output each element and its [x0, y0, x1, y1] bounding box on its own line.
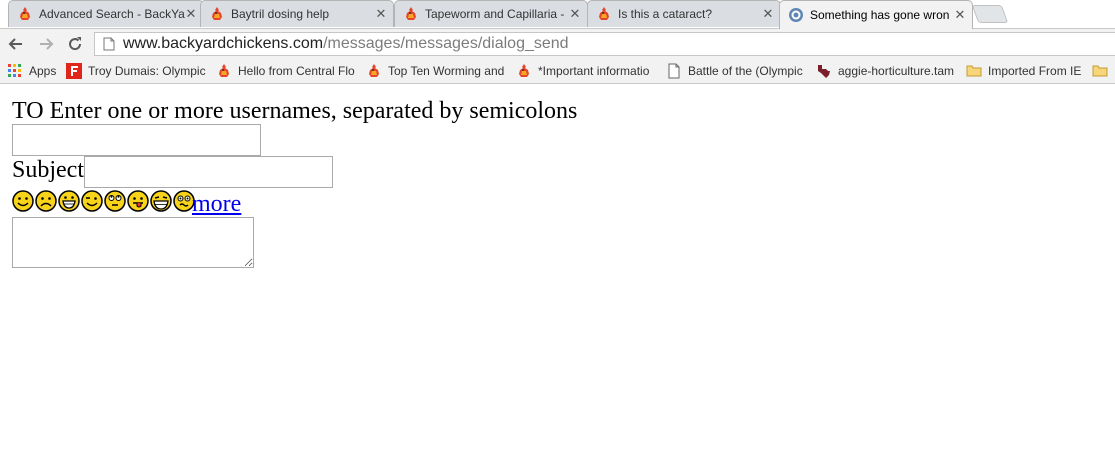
page-content: TO Enter one or more usernames, separate…	[0, 85, 1115, 461]
bookmark-folder[interactable]	[1092, 62, 1112, 80]
bookmark-label: Battle of the (Olympic	[688, 64, 803, 78]
tab-tapeworm[interactable]: Tapeworm and Capillaria - ✕	[394, 0, 588, 27]
frown-icon[interactable]	[35, 190, 57, 212]
url-text: www.backyardchickens.com/messages/messag…	[123, 35, 569, 53]
tab-advanced-search[interactable]: Advanced Search - BackYa ✕	[8, 0, 204, 27]
laugh-icon[interactable]	[150, 190, 172, 212]
bookmark-top-ten-worming[interactable]: Top Ten Worming and	[366, 62, 506, 80]
chicken-favicon	[406, 7, 416, 20]
chicken-favicon	[599, 7, 609, 20]
address-bar[interactable]: www.backyardchickens.com/messages/messag…	[94, 32, 1115, 56]
bookmark-label: Hello from Central Flo	[238, 64, 355, 78]
chicken-favicon	[212, 7, 222, 20]
bookmark-aggie-horticulture[interactable]: aggie-horticulture.tam	[816, 62, 956, 80]
more-smileys-link[interactable]: more	[192, 189, 241, 219]
texas-icon	[818, 65, 830, 78]
page-icon	[668, 63, 680, 79]
to-line: TO Enter one or more usernames, separate…	[12, 98, 577, 124]
chicken-favicon	[20, 7, 30, 20]
bookmark-important-info[interactable]: *Important informatio	[516, 62, 656, 80]
tab-strip: Advanced Search - BackYa ✕ Baytril dosin…	[0, 0, 1115, 29]
back-icon[interactable]	[7, 35, 25, 53]
close-icon[interactable]: ✕	[569, 6, 581, 22]
bookmark-label: aggie-horticulture.tam	[838, 64, 955, 78]
bookmark-label: Troy Dumais: Olympic	[88, 64, 206, 78]
browser-toolbar: www.backyardchickens.com/messages/messag…	[0, 28, 1115, 58]
grin-icon[interactable]	[58, 190, 80, 212]
bookmark-imported-from-ie[interactable]: Imported From IE	[966, 62, 1086, 80]
tab-baytril[interactable]: Baytril dosing help ✕	[200, 0, 394, 27]
bookmark-label: Imported From IE	[988, 64, 1082, 78]
page-icon	[103, 37, 115, 51]
bookmark-battle-olympic[interactable]: Battle of the (Olympic	[666, 62, 806, 80]
forward-icon[interactable]	[37, 35, 55, 53]
tab-title: Tapeworm and Capillaria -	[425, 7, 565, 21]
close-icon[interactable]: ✕	[762, 6, 774, 22]
tab-cataract[interactable]: Is this a cataract? ✕	[587, 0, 781, 27]
globe-favicon	[789, 8, 803, 22]
url-domain: www.backyardchickens.com	[123, 35, 324, 52]
roll-eyes-icon[interactable]	[104, 190, 126, 212]
close-icon[interactable]: ✕	[954, 7, 966, 23]
smiley-bar	[12, 189, 196, 213]
tab-something-wrong[interactable]: Something has gone wron ✕	[779, 0, 973, 29]
chicken-favicon	[219, 64, 229, 77]
bookmark-label: *Important informatio	[538, 64, 650, 78]
to-input[interactable]	[12, 124, 261, 156]
new-tab-button[interactable]	[971, 5, 1009, 23]
tab-title: Is this a cataract?	[618, 7, 713, 21]
wink-icon[interactable]	[81, 190, 103, 212]
folder-icon	[966, 65, 982, 77]
apps-grid-icon	[8, 64, 21, 77]
url-path: /messages/messages/dialog_send	[323, 35, 569, 52]
subject-input[interactable]	[84, 156, 333, 188]
to-label: TO	[12, 98, 44, 124]
folder-icon	[1092, 65, 1108, 77]
bookmark-label: Apps	[29, 64, 57, 78]
red-f-icon	[66, 63, 82, 79]
message-textarea[interactable]	[12, 217, 254, 268]
subject-label: Subject	[12, 157, 84, 183]
bookmark-hello-central[interactable]: Hello from Central Flo	[216, 62, 356, 80]
bookmark-troy-dumais[interactable]: Troy Dumais: Olympic	[66, 62, 206, 80]
bookmark-label: Top Ten Worming and	[388, 64, 505, 78]
close-icon[interactable]: ✕	[185, 6, 197, 22]
tongue-icon[interactable]	[127, 190, 149, 212]
close-icon[interactable]: ✕	[375, 6, 387, 22]
bookmarks-bar: Apps Troy Dumais: Olympic Hello from Cen…	[0, 58, 1115, 84]
to-hint: Enter one or more usernames, separated b…	[49, 98, 578, 124]
tab-title: Baytril dosing help	[231, 7, 330, 21]
tab-title: Advanced Search - BackYa	[39, 7, 185, 21]
reload-icon[interactable]	[66, 35, 84, 53]
tab-title: Something has gone wron	[810, 8, 950, 22]
chicken-favicon	[369, 64, 379, 77]
smile-icon[interactable]	[12, 190, 34, 212]
chicken-favicon	[519, 64, 529, 77]
bookmark-apps[interactable]: Apps	[7, 62, 56, 80]
